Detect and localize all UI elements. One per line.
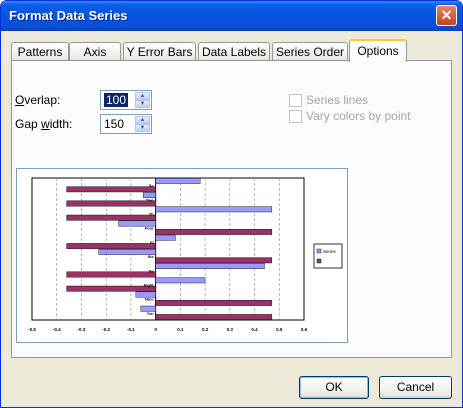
gap-down-arrow-icon[interactable]: ▼ (135, 124, 150, 132)
x-tick-label: 0 (154, 327, 157, 332)
category-label: Sc (149, 183, 155, 188)
bar (155, 178, 201, 184)
cancel-button[interactable]: Cancel (379, 376, 452, 399)
category-label: Ten (147, 311, 154, 316)
x-tick-label: -0.3 (78, 327, 86, 332)
ok-button[interactable]: OK (299, 376, 369, 399)
x-tick-label: -0.4 (53, 327, 61, 332)
bar (66, 214, 156, 221)
category-label: Th (149, 212, 154, 217)
overlap-down-arrow-icon[interactable]: ▼ (135, 100, 150, 108)
x-tick-label: -0.1 (127, 327, 135, 332)
bar (155, 314, 273, 320)
x-tick-label: -0.2 (102, 327, 110, 332)
bar (66, 186, 156, 193)
title-bar: Format Data Series ✕ (1, 1, 462, 31)
overlap-up-arrow-icon[interactable]: ▲ (135, 92, 150, 100)
overlap-value[interactable]: 100 (104, 93, 129, 107)
bar (66, 271, 156, 278)
bar (155, 263, 265, 269)
legend-label-series-1: Series (323, 249, 337, 254)
gap-width-spin-buttons: ▲ ▼ (135, 116, 150, 132)
overlap-label: Overlap: (15, 93, 61, 107)
tab-patterns[interactable]: Patterns (11, 42, 69, 61)
category-label: Six (148, 254, 155, 259)
vary-colors-label: Vary colors by point (306, 109, 411, 123)
gap-up-arrow-icon[interactable]: ▲ (135, 116, 150, 124)
bar (155, 229, 273, 235)
tab-options[interactable]: Options (349, 39, 407, 62)
format-data-series-dialog: Format Data Series ✕ Patterns Axis Y Err… (0, 0, 463, 408)
category-label: Four (145, 226, 154, 231)
legend-swatch-series-2 (316, 258, 322, 264)
x-tick-label: 0.3 (227, 327, 234, 332)
category-label: Nine (145, 297, 154, 302)
preview-chart-svg: -0.5 -0.4 -0.3 -0.2 -0.1 0 0.1 0.2 0.3 0.4 0.5 0.6 S… (28, 177, 343, 332)
series-lines-label: Series lines (306, 93, 369, 107)
dialog-title: Format Data Series (9, 8, 128, 23)
options-panel: Overlap: 100 ▲ ▼ Gap width: 150 ▲ ▼ Seri… (11, 60, 452, 358)
tab-series-order[interactable]: Series Order (272, 42, 348, 61)
x-tick-label: 0.2 (202, 327, 209, 332)
bar (155, 234, 176, 241)
bar (66, 200, 156, 207)
gap-width-spinner[interactable]: 150 ▲ ▼ (100, 114, 152, 134)
overlap-spin-buttons: ▲ ▼ (135, 92, 150, 108)
category-label: Se (149, 268, 155, 273)
bar (155, 299, 273, 306)
legend-box (313, 243, 343, 269)
gap-width-value[interactable]: 150 (104, 117, 124, 131)
x-tick-label: -0.5 (28, 327, 36, 332)
x-tick-label: 0.6 (301, 327, 308, 332)
close-icon: ✕ (440, 7, 453, 23)
overlap-spinner[interactable]: 100 ▲ ▼ (100, 90, 152, 110)
bar (155, 206, 273, 213)
category-label: Eight (144, 283, 155, 288)
tab-y-error-bars[interactable]: Y Error Bars (123, 42, 196, 61)
category-label: Fi (150, 240, 154, 245)
close-button[interactable]: ✕ (436, 5, 457, 26)
gap-width-label: Gap width: (15, 117, 73, 131)
bar (155, 257, 273, 264)
bar (66, 285, 156, 292)
x-tick-label: 0.4 (251, 327, 258, 332)
x-tick-label: 0.5 (276, 327, 283, 332)
vary-colors-checkbox[interactable] (289, 110, 302, 123)
series-lines-checkbox[interactable] (289, 94, 302, 107)
bar (155, 277, 206, 284)
legend-swatch-series-1 (316, 248, 322, 254)
x-tick-label: 0.1 (177, 327, 184, 332)
tab-axis[interactable]: Axis (69, 42, 121, 61)
bar (66, 243, 156, 249)
tab-data-labels[interactable]: Data Labels (198, 42, 270, 61)
category-label: Two (146, 197, 154, 202)
chart-preview: -0.5 -0.4 -0.3 -0.2 -0.1 0 0.1 0.2 0.3 0.4 0.5 0.6 S… (16, 168, 348, 343)
plot-area (31, 177, 305, 321)
